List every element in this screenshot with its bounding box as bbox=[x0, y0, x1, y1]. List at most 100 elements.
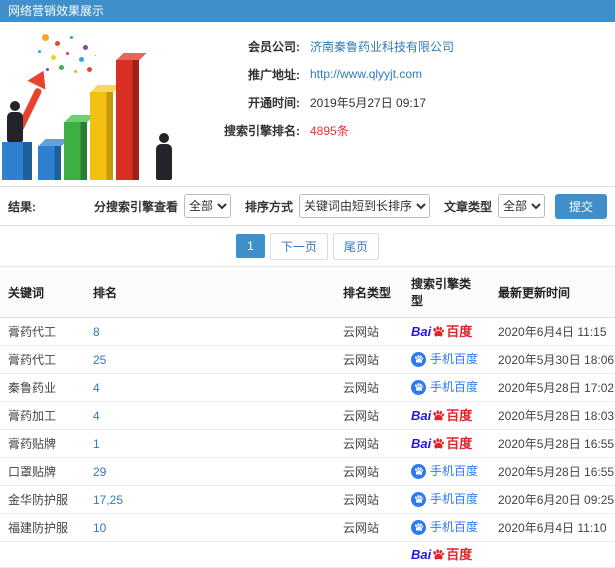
time-cell: 2020年5月28日 17:02 bbox=[490, 373, 615, 402]
rank-link[interactable]: 1 bbox=[93, 437, 100, 451]
pagination: 1 下一页 尾页 bbox=[0, 226, 615, 266]
mobile-baidu-logo: 手机百度 bbox=[411, 491, 478, 507]
rank-link[interactable]: 25 bbox=[93, 353, 106, 367]
engine-cell: Bai 百度 手机百度 bbox=[403, 513, 490, 542]
pedestal-block bbox=[2, 142, 32, 180]
baidu-paw-icon bbox=[432, 325, 445, 338]
time-cell: 2020年6月20日 09:25 bbox=[490, 485, 615, 514]
col-updated: 最新更新时间 bbox=[490, 266, 615, 318]
rank-cell: 4 bbox=[85, 373, 335, 402]
rank-cell: 10 bbox=[85, 513, 335, 542]
col-rank: 排名 bbox=[85, 266, 335, 318]
keyword-cell: 膏药加工 bbox=[0, 401, 85, 430]
rank-count-label: 搜索引擎排名: bbox=[224, 123, 300, 138]
bar-chart-graphic bbox=[38, 60, 139, 180]
rank-count-value: 4895条 bbox=[310, 123, 349, 138]
results-table: 关键词 排名 排名类型 搜索引擎类型 最新更新时间 膏药代工 8 云网站 Bai… bbox=[0, 266, 615, 568]
mobile-baidu-logo: 手机百度 bbox=[411, 379, 478, 395]
time-cell: 2020年6月4日 11:15 bbox=[490, 317, 615, 346]
rank-cell: 25 bbox=[85, 345, 335, 374]
baidu-logo: Bai 百度 bbox=[411, 546, 473, 562]
company-label: 会员公司: bbox=[248, 39, 300, 54]
rank-cell: 4 bbox=[85, 401, 335, 430]
engine-cell: Bai 百度 手机百度 bbox=[403, 541, 490, 568]
member-summary: 会员公司: 济南秦鲁药业科技有限公司 推广地址: http://www.qlyy… bbox=[0, 22, 615, 186]
rank-cell: 17,25 bbox=[85, 485, 335, 514]
rank-cell: 1 bbox=[85, 429, 335, 458]
engine-cell: Bai 百度 手机百度 bbox=[403, 429, 490, 458]
company-link[interactable]: 济南秦鲁药业科技有限公司 bbox=[310, 38, 454, 55]
time-cell: 2020年5月28日 16:55 bbox=[490, 429, 615, 458]
company-row: 会员公司: 济南秦鲁药业科技有限公司 bbox=[182, 32, 607, 60]
engine-cell: Bai 百度 手机百度 bbox=[403, 373, 490, 402]
rank-link[interactable]: 17,25 bbox=[93, 493, 123, 507]
page-next-button[interactable]: 下一页 bbox=[269, 232, 328, 260]
open-time-row: 开通时间: 2019年5月27日 09:17 bbox=[182, 88, 607, 116]
promo-url-link[interactable]: http://www.qlyyjt.com bbox=[310, 67, 422, 81]
mobile-baidu-icon bbox=[411, 351, 426, 367]
table-row: 秦鲁药业 4 云网站 Bai 百度 手机百度 2020年5月28日 17:02 bbox=[0, 373, 615, 402]
time-cell: 2020年5月28日 16:55 bbox=[490, 457, 615, 486]
mobile-baidu-icon bbox=[411, 463, 426, 479]
keyword-cell: 金华防护服 bbox=[0, 485, 85, 514]
rank-link[interactable]: 10 bbox=[93, 521, 106, 535]
time-cell: 2020年6月4日 11:10 bbox=[490, 513, 615, 542]
rank-type-cell: 云网站 bbox=[335, 485, 403, 514]
keyword-cell: 口罩贴牌 bbox=[0, 457, 85, 486]
rank-link[interactable]: 4 bbox=[93, 409, 100, 423]
rank-type-cell: 云网站 bbox=[335, 457, 403, 486]
filter-controls: 分搜索引擎查看 全部 排序方式 关键词由短到长排序 文章类型 全部 提交 bbox=[80, 193, 607, 219]
filter-bar: 结果: 分搜索引擎查看 全部 排序方式 关键词由短到长排序 文章类型 全部 提交 bbox=[0, 186, 615, 226]
results-table-body: 膏药代工 8 云网站 Bai 百度 手机百度 2020年6月4日 11:15 膏… bbox=[0, 317, 615, 568]
table-row: Bai 百度 手机百度 bbox=[0, 541, 615, 568]
confetti-dots-icon bbox=[42, 34, 49, 41]
baidu-logo: Bai 百度 bbox=[411, 435, 473, 451]
engine-cell: Bai 百度 手机百度 bbox=[403, 401, 490, 430]
rank-type-cell: 云网站 bbox=[335, 429, 403, 458]
promo-illustration bbox=[2, 26, 180, 184]
col-rank-type: 排名类型 bbox=[335, 266, 403, 318]
sort-label: 排序方式 bbox=[244, 199, 293, 214]
engine-filter-label: 分搜索引擎查看 bbox=[93, 199, 178, 214]
page-title: 网络营销效果展示 bbox=[8, 4, 105, 18]
title-bar: 网络营销效果展示 bbox=[0, 0, 615, 22]
engine-cell: Bai 百度 手机百度 bbox=[403, 457, 490, 486]
table-row: 福建防护服 10 云网站 Bai 百度 手机百度 2020年6月4日 11:10 bbox=[0, 513, 615, 542]
result-label: 结果: bbox=[8, 199, 36, 214]
time-cell bbox=[490, 541, 615, 568]
rank-link[interactable]: 29 bbox=[93, 465, 106, 479]
rank-type-cell: 云网站 bbox=[335, 345, 403, 374]
promo-url-row: 推广地址: http://www.qlyyjt.com bbox=[182, 60, 607, 88]
rank-cell: 29 bbox=[85, 457, 335, 486]
table-row: 膏药贴牌 1 云网站 Bai 百度 手机百度 2020年5月28日 16:55 bbox=[0, 429, 615, 458]
col-keyword: 关键词 bbox=[0, 266, 85, 318]
rank-link[interactable]: 8 bbox=[93, 325, 100, 339]
open-time-label: 开通时间: bbox=[248, 95, 300, 110]
col-engine-type: 搜索引擎类型 bbox=[403, 266, 490, 318]
keyword-cell: 福建防护服 bbox=[0, 513, 85, 542]
rank-cell bbox=[85, 541, 335, 568]
baidu-paw-icon bbox=[432, 437, 445, 450]
page-last-button[interactable]: 尾页 bbox=[332, 232, 379, 260]
sort-select[interactable]: 关键词由短到长排序 bbox=[298, 194, 430, 218]
article-type-select[interactable]: 全部 bbox=[497, 194, 545, 218]
person-figure-right bbox=[156, 133, 172, 180]
time-cell: 2020年5月30日 18:06 bbox=[490, 345, 615, 374]
mobile-baidu-logo: 手机百度 bbox=[411, 463, 478, 479]
table-header-row: 关键词 排名 排名类型 搜索引擎类型 最新更新时间 bbox=[0, 266, 615, 318]
mobile-baidu-logo: 手机百度 bbox=[411, 351, 478, 367]
mobile-baidu-icon bbox=[411, 519, 426, 535]
open-time-value: 2019年5月27日 09:17 bbox=[310, 95, 427, 110]
engine-filter-select[interactable]: 全部 bbox=[183, 194, 231, 218]
keyword-cell bbox=[0, 541, 85, 568]
submit-button[interactable]: 提交 bbox=[554, 193, 607, 219]
rank-type-cell bbox=[335, 541, 403, 568]
rank-type-cell: 云网站 bbox=[335, 317, 403, 346]
mobile-baidu-icon bbox=[411, 491, 426, 507]
rank-link[interactable]: 4 bbox=[93, 381, 100, 395]
keyword-cell: 膏药贴牌 bbox=[0, 429, 85, 458]
engine-cell: Bai 百度 手机百度 bbox=[403, 485, 490, 514]
table-row: 膏药加工 4 云网站 Bai 百度 手机百度 2020年5月28日 18:03 bbox=[0, 401, 615, 430]
keyword-cell: 膏药代工 bbox=[0, 345, 85, 374]
page-current[interactable]: 1 bbox=[236, 234, 265, 258]
